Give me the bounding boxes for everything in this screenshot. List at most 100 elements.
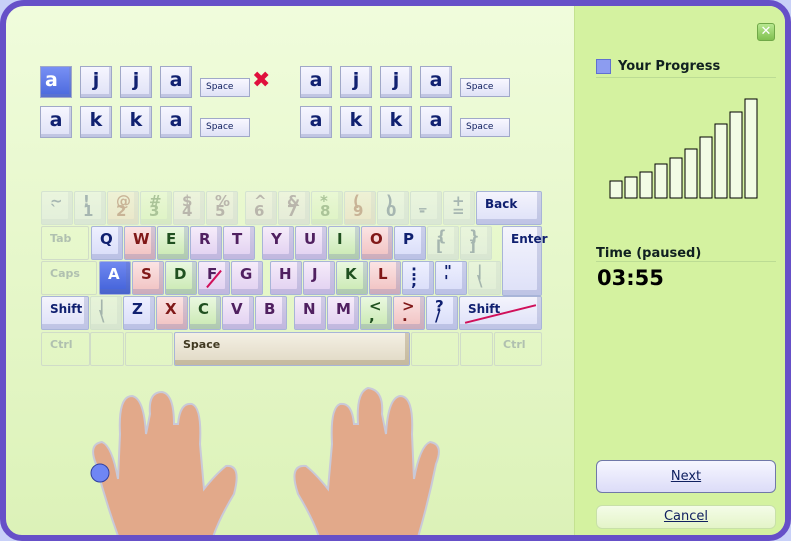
exercise-key: k bbox=[120, 106, 152, 138]
key-2[interactable]: @ 2 bbox=[107, 191, 139, 225]
progress-bar bbox=[624, 176, 638, 199]
exercise-key: a bbox=[420, 106, 452, 138]
close-button[interactable]: ✕ bbox=[757, 23, 775, 41]
exercise-key: k bbox=[340, 106, 372, 138]
key-x-label: X bbox=[165, 300, 177, 318]
key-shift[interactable]: Shift bbox=[41, 296, 89, 330]
key-blank[interactable] bbox=[460, 332, 493, 366]
close-icon: ✕ bbox=[760, 24, 772, 39]
key-z[interactable]: Z bbox=[123, 296, 155, 330]
key-sym[interactable]: ? / bbox=[426, 296, 458, 330]
key-4[interactable]: $ 4 bbox=[173, 191, 205, 225]
progress-header: Your Progress bbox=[596, 58, 776, 78]
key-sym-label: + = bbox=[452, 192, 465, 220]
key-r-label: R bbox=[199, 230, 211, 248]
key-t-label: T bbox=[232, 230, 243, 248]
key-u-label: U bbox=[304, 230, 317, 248]
exercise-key: a bbox=[300, 66, 332, 98]
key-u[interactable]: U bbox=[295, 226, 327, 260]
key-5[interactable]: % 5 bbox=[206, 191, 238, 225]
key-q[interactable]: Q bbox=[91, 226, 123, 260]
key-p[interactable]: P bbox=[394, 226, 426, 260]
key-n[interactable]: N bbox=[294, 296, 326, 330]
key-c[interactable]: C bbox=[189, 296, 221, 330]
key-v[interactable]: V bbox=[222, 296, 254, 330]
key-y[interactable]: Y bbox=[262, 226, 294, 260]
key-b-label: B bbox=[264, 300, 276, 318]
key-sym[interactable]: " ' bbox=[435, 261, 467, 295]
key-shift[interactable]: Shift bbox=[459, 296, 542, 330]
key-f[interactable]: F bbox=[198, 261, 230, 295]
key-sym[interactable]: _ - bbox=[410, 191, 442, 225]
key-v-label: V bbox=[231, 300, 243, 318]
key-sym[interactable]: ~ ` bbox=[41, 191, 73, 225]
key-m-label: M bbox=[336, 300, 351, 318]
key-1[interactable]: ! 1 bbox=[74, 191, 106, 225]
progress-bar bbox=[609, 180, 623, 199]
key-sym[interactable]: { [ bbox=[427, 226, 459, 260]
key-k-label: K bbox=[345, 265, 357, 283]
key-h-label: H bbox=[279, 265, 292, 283]
exercise-key: j bbox=[340, 66, 372, 98]
key-8[interactable]: * 8 bbox=[311, 191, 343, 225]
typing-lesson-window: a j j a Space ✖ a k k a Space a j j a Space a k k a Space ~ … bbox=[0, 0, 791, 541]
key-j[interactable]: J bbox=[303, 261, 335, 295]
key-tab[interactable]: Tab bbox=[41, 226, 89, 260]
key-r[interactable]: R bbox=[190, 226, 222, 260]
key-l[interactable]: L bbox=[369, 261, 401, 295]
key-sym[interactable]: < , bbox=[360, 296, 392, 330]
key-a[interactable]: A bbox=[99, 261, 131, 295]
key-9[interactable]: ( 9 bbox=[344, 191, 376, 225]
key-sym[interactable]: + = bbox=[443, 191, 475, 225]
key-blank[interactable] bbox=[411, 332, 459, 366]
key-sym[interactable]: > . bbox=[393, 296, 425, 330]
key-3[interactable]: # 3 bbox=[140, 191, 172, 225]
progress-bar bbox=[714, 123, 728, 199]
key-i-label: I bbox=[337, 230, 343, 248]
key-ctrl[interactable]: Ctrl bbox=[494, 332, 542, 366]
key-sym[interactable]: : ; bbox=[402, 261, 434, 295]
exercise-space-key: Space bbox=[200, 78, 250, 97]
key-space[interactable]: Space bbox=[174, 332, 410, 366]
key-h[interactable]: H bbox=[270, 261, 302, 295]
key-enter[interactable]: Enter bbox=[502, 226, 548, 296]
key-t[interactable]: T bbox=[223, 226, 255, 260]
key-0[interactable]: ) 0 bbox=[377, 191, 409, 225]
key-6-label: ^ 6 bbox=[254, 192, 267, 220]
key-k[interactable]: K bbox=[336, 261, 368, 295]
key-caps[interactable]: Caps bbox=[41, 261, 97, 295]
hands-illustration bbox=[90, 386, 440, 535]
key-9-label: ( 9 bbox=[353, 192, 364, 220]
key-sym-label: ? / bbox=[435, 297, 444, 325]
key-m[interactable]: M bbox=[327, 296, 359, 330]
key-6[interactable]: ^ 6 bbox=[245, 191, 277, 225]
key-w[interactable]: W bbox=[124, 226, 156, 260]
current-exercise-key: a bbox=[40, 66, 72, 98]
key-b[interactable]: B bbox=[255, 296, 287, 330]
exercise-key: a bbox=[160, 66, 192, 98]
progress-bar bbox=[744, 98, 758, 199]
key-blank[interactable] bbox=[125, 332, 173, 366]
key-blank[interactable] bbox=[90, 332, 124, 366]
key-sym[interactable]: | \ bbox=[90, 296, 122, 330]
key-g[interactable]: G bbox=[231, 261, 263, 295]
key-7[interactable]: & 7 bbox=[278, 191, 310, 225]
key-enter-label: Enter bbox=[511, 232, 548, 246]
next-button[interactable]: Next bbox=[596, 460, 776, 493]
key-d[interactable]: D bbox=[165, 261, 197, 295]
key-x[interactable]: X bbox=[156, 296, 188, 330]
key-o[interactable]: O bbox=[361, 226, 393, 260]
key-ctrl-label: Ctrl bbox=[50, 338, 73, 351]
key-back[interactable]: Back bbox=[476, 191, 542, 225]
progress-bar bbox=[684, 148, 698, 199]
key-back-label: Back bbox=[485, 197, 518, 211]
key-s[interactable]: S bbox=[132, 261, 164, 295]
key-i[interactable]: I bbox=[328, 226, 360, 260]
key-sym[interactable]: | \ bbox=[468, 261, 501, 295]
key-ctrl[interactable]: Ctrl bbox=[41, 332, 90, 366]
key-caps-label: Caps bbox=[50, 267, 80, 280]
key-8-label: * 8 bbox=[320, 192, 331, 220]
cancel-button[interactable]: Cancel bbox=[596, 505, 776, 529]
key-e[interactable]: E bbox=[157, 226, 189, 260]
key-sym[interactable]: } ] bbox=[460, 226, 492, 260]
